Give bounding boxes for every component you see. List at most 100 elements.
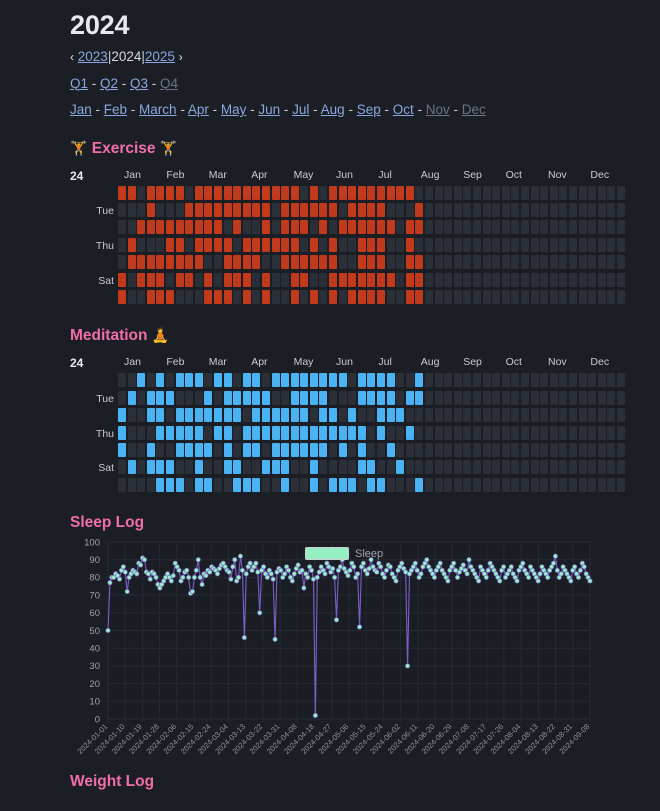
heatmap-cell[interactable] [415,373,424,388]
sleep-data-point[interactable] [568,578,574,584]
sleep-data-point[interactable] [124,589,130,595]
heatmap-cell[interactable] [501,185,510,200]
heatmap-cell[interactable] [156,460,165,475]
heatmap-cell[interactable] [242,290,251,305]
heatmap-cell[interactable] [415,290,424,305]
heatmap-cell[interactable] [377,220,386,235]
heatmap-cell[interactable] [482,272,491,287]
sleep-legend[interactable]: Sleep [305,547,383,561]
heatmap-cell[interactable] [300,477,309,492]
heatmap-cell[interactable] [213,272,222,287]
heatmap-cell[interactable] [165,185,174,200]
heatmap-cell[interactable] [204,237,213,252]
prev-year-chevron[interactable]: ‹ [70,50,74,64]
heatmap-cell[interactable] [194,272,203,287]
heatmap-cell[interactable] [329,203,338,218]
heatmap-cell[interactable] [204,477,213,492]
heatmap-cell[interactable] [204,290,213,305]
heatmap-cell[interactable] [309,290,318,305]
heatmap-cell[interactable] [309,477,318,492]
heatmap-cell[interactable] [396,408,405,423]
heatmap-cell[interactable] [185,460,194,475]
heatmap-cell[interactable] [290,460,299,475]
heatmap-cell[interactable] [319,425,328,440]
heatmap-cell[interactable] [559,237,568,252]
heatmap-cell[interactable] [165,390,174,405]
heatmap-cell[interactable] [290,272,299,287]
heatmap-cell[interactable] [597,203,606,218]
heatmap-cell[interactable] [588,220,597,235]
heatmap-cell[interactable] [463,460,472,475]
heatmap-cell[interactable] [338,477,347,492]
heatmap-cell[interactable] [290,442,299,457]
heatmap-cell[interactable] [281,425,290,440]
sleep-data-point[interactable] [289,578,295,584]
heatmap-cell[interactable] [559,477,568,492]
sleep-data-point[interactable] [514,578,520,584]
heatmap-cell[interactable] [329,185,338,200]
heatmap-cell[interactable] [204,203,213,218]
heatmap-cell[interactable] [434,460,443,475]
heatmap-cell[interactable] [501,477,510,492]
heatmap-cell[interactable] [261,442,270,457]
heatmap-cell[interactable] [578,272,587,287]
month-link-oct[interactable]: Oct [393,102,414,117]
heatmap-cell[interactable] [137,203,146,218]
heatmap-cell[interactable] [482,460,491,475]
heatmap-cell[interactable] [453,408,462,423]
sleep-data-point[interactable] [414,567,420,574]
heatmap-cell[interactable] [520,425,529,440]
month-link-jul[interactable]: Jul [292,102,309,117]
heatmap-cell[interactable] [540,390,549,405]
heatmap-cell[interactable] [118,290,126,305]
heatmap-cell[interactable] [530,185,539,200]
heatmap-cell[interactable] [444,203,453,218]
heatmap-cell[interactable] [482,477,491,492]
sleep-data-point[interactable] [261,564,267,570]
heatmap-cell[interactable] [607,272,616,287]
heatmap-cell[interactable] [271,442,280,457]
heatmap-cell[interactable] [425,203,433,218]
heatmap-cell[interactable] [540,185,549,200]
heatmap-cell[interactable] [367,237,376,252]
sleep-data-point[interactable] [554,567,560,574]
heatmap-cell[interactable] [530,408,539,423]
sleep-data-point[interactable] [387,564,393,570]
heatmap-cell[interactable] [348,373,357,388]
heatmap-cell[interactable] [261,272,270,287]
heatmap-cell[interactable] [540,425,549,440]
heatmap-cell[interactable] [165,272,174,287]
heatmap-cell[interactable] [434,373,443,388]
heatmap-cell[interactable] [511,272,520,287]
heatmap-cell[interactable] [357,460,366,475]
heatmap-cell[interactable] [156,390,165,405]
heatmap-cell[interactable] [242,408,251,423]
sleep-data-point[interactable] [120,564,126,570]
heatmap-cell[interactable] [146,460,155,475]
heatmap-cell[interactable] [127,185,136,200]
heatmap-cell[interactable] [607,408,616,423]
heatmap-cell[interactable] [396,460,405,475]
heatmap-cell[interactable] [233,255,242,270]
heatmap-cell[interactable] [386,272,395,287]
heatmap-cell[interactable] [185,442,194,457]
heatmap-cell[interactable] [434,185,443,200]
heatmap-cell[interactable] [616,442,625,457]
heatmap-cell[interactable] [597,477,606,492]
heatmap-cell[interactable] [156,442,165,457]
sleep-data-point[interactable] [537,571,543,577]
heatmap-cell[interactable] [185,272,194,287]
sleep-data-point[interactable] [247,560,253,566]
heatmap-cell[interactable] [118,390,126,405]
heatmap-cell[interactable] [415,185,424,200]
heatmap-cell[interactable] [578,237,587,252]
heatmap-cell[interactable] [367,390,376,405]
heatmap-cell[interactable] [540,442,549,457]
heatmap-cell[interactable] [425,185,433,200]
heatmap-cell[interactable] [309,203,318,218]
sleep-data-point[interactable] [333,617,340,623]
heatmap-cell[interactable] [434,425,443,440]
sleep-data-point[interactable] [180,575,186,581]
heatmap-cell[interactable] [482,255,491,270]
heatmap-cell[interactable] [415,460,424,475]
